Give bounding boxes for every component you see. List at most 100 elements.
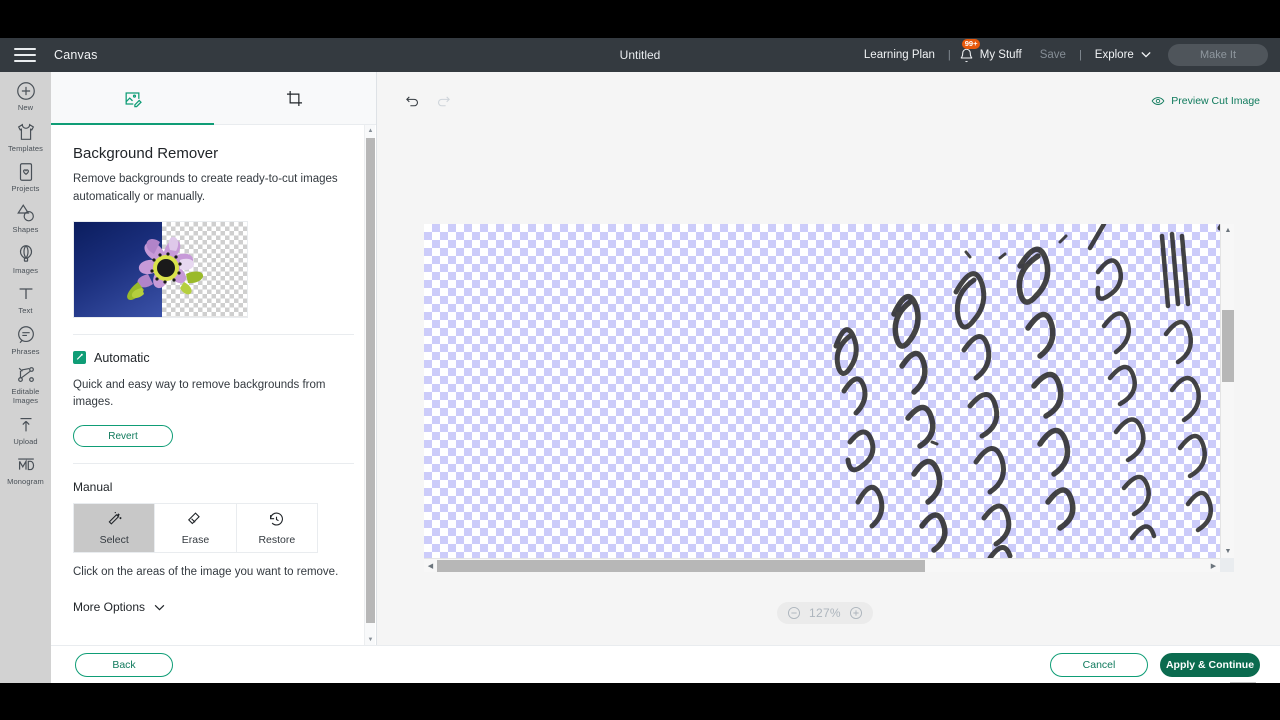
revert-button[interactable]: Revert [73, 425, 173, 448]
text-t-icon [19, 288, 32, 300]
scroll-up-arrow-icon[interactable]: ▲ [1221, 224, 1235, 237]
panel-scrollbar-thumb[interactable] [366, 138, 375, 623]
tool-select[interactable]: Select [74, 504, 156, 553]
sidebar-label-images: Images [12, 265, 39, 275]
tshirt-icon [17, 123, 34, 140]
minus-circle-icon [787, 606, 801, 620]
sidebar-label-editable-images: Editable Images [11, 387, 40, 405]
sidebar-label-templates: Templates [7, 143, 44, 153]
canvas-horizontal-scrollbar[interactable]: ◀ ▶ [424, 558, 1220, 572]
sidebar-item-text[interactable]: Text [0, 275, 51, 316]
tool-restore[interactable]: Restore [236, 504, 317, 553]
sidebar-item-images[interactable]: Images [0, 235, 51, 276]
zoom-out-button[interactable] [787, 606, 801, 620]
tool-select-label: Select [99, 534, 129, 547]
scroll-right-arrow-icon[interactable]: ▶ [1207, 559, 1220, 573]
canvas-viewport: ▲ ▼ ◀ ▶ [424, 224, 1234, 572]
sidebar-item-templates[interactable]: Templates [0, 113, 51, 154]
preview-cut-image-label: Preview Cut Image [1171, 95, 1260, 107]
scroll-down-arrow-icon[interactable]: ▼ [365, 634, 376, 645]
sidebar-item-editable-images[interactable]: Editable Images [0, 356, 51, 405]
explore-label: Explore [1094, 49, 1134, 61]
header-actions: Learning Plan | 99+ My Stuff Save | Expl… [855, 38, 1280, 66]
manual-hint: Click on the areas of the image you want… [73, 566, 339, 579]
chevron-down-icon [154, 604, 165, 611]
canvas-vertical-scrollbar[interactable]: ▲ ▼ [1220, 224, 1234, 558]
tab-crop[interactable] [214, 72, 377, 124]
tool-erase[interactable]: Erase [155, 504, 237, 553]
panel-description: Remove backgrounds to create ready-to-cu… [73, 173, 338, 203]
zoom-in-button[interactable] [849, 606, 863, 620]
transparency-checkerboard[interactable] [424, 224, 1220, 558]
sidebar-item-phrases[interactable]: Phrases [0, 316, 51, 357]
sidebar-item-monogram[interactable]: Monogram [0, 446, 51, 487]
sidebar-label-monogram: Monogram [7, 477, 44, 487]
back-button[interactable]: Back [75, 652, 173, 677]
manual-label: Manual [73, 480, 113, 495]
plus-circle-icon [849, 606, 862, 620]
sidebar-label-text: Text [18, 306, 33, 316]
undo-button[interactable] [404, 93, 421, 110]
left-sidebar: New Templates Projects Shapes Images Tex… [0, 72, 51, 683]
speech-bubble-icon [17, 325, 34, 343]
card-heart-icon [19, 163, 32, 182]
notifications-bell[interactable]: 99+ [959, 38, 981, 63]
more-options-toggle[interactable]: More Options [73, 600, 354, 614]
page-title: Background Remover [73, 145, 219, 162]
image-edit-icon [125, 91, 142, 107]
preview-cut-image-button[interactable]: Preview Cut Image [1151, 94, 1260, 108]
scroll-left-arrow-icon[interactable]: ◀ [424, 559, 437, 573]
redo-button[interactable] [435, 93, 452, 110]
handwritten-recipe-image[interactable] [814, 224, 1220, 558]
panel-body: Background Remover Remove backgrounds to… [51, 125, 376, 645]
sidebar-item-shapes[interactable]: Shapes [0, 194, 51, 235]
tab-image-edit[interactable] [51, 72, 214, 125]
automatic-title: Automatic [94, 350, 150, 365]
save-button[interactable]: Save [1031, 49, 1075, 61]
redo-arrow-icon [438, 96, 450, 106]
app-title: Canvas [54, 48, 98, 62]
sidebar-label-projects: Projects [11, 184, 40, 194]
notification-badge: 99+ [961, 38, 981, 49]
background-remover-panel: Background Remover Remove backgrounds to… [51, 72, 377, 645]
app-root: Canvas Untitled Learning Plan | 99+ My S… [0, 38, 1280, 683]
panel-tabs [51, 72, 376, 125]
my-stuff-link[interactable]: My Stuff [976, 49, 1031, 61]
eraser-icon [187, 512, 200, 525]
sidebar-item-projects[interactable]: Projects [0, 153, 51, 194]
explore-menu[interactable]: Explore [1086, 49, 1160, 61]
scroll-up-arrow-icon[interactable]: ▲ [365, 125, 376, 136]
upload-arrow-icon [20, 417, 31, 432]
panel-scrollbar[interactable]: ▲ ▼ [364, 125, 375, 645]
panel-footer: Back Cancel Apply & Continue [51, 645, 1280, 683]
horizontal-scrollbar-thumb[interactable] [437, 560, 925, 572]
scroll-down-arrow-icon[interactable]: ▼ [1221, 545, 1235, 558]
canvas-toolbar: Preview Cut Image [377, 72, 1280, 130]
sidebar-item-new[interactable]: New [0, 72, 51, 113]
sidebar-label-new: New [17, 103, 34, 112]
restore-clock-icon [270, 512, 284, 526]
crop-icon [287, 90, 303, 106]
hot-air-balloon-icon [19, 244, 32, 262]
hamburger-icon[interactable] [14, 48, 36, 62]
sidebar-item-upload[interactable]: Upload [0, 406, 51, 447]
chevron-down-icon [1141, 51, 1151, 58]
auto-magic-badge-icon [73, 351, 86, 365]
tool-erase-label: Erase [181, 534, 210, 547]
panel-divider-1 [73, 333, 354, 335]
apply-continue-button[interactable]: Apply & Continue [1160, 652, 1260, 677]
bell-icon [960, 48, 973, 62]
zoom-level-value: 127% [809, 606, 841, 620]
learning-plan-link[interactable]: Learning Plan [855, 49, 944, 61]
vertical-scrollbar-thumb[interactable] [1222, 310, 1234, 382]
make-it-button[interactable]: Make It [1168, 44, 1268, 66]
automatic-description: Quick and easy way to remove backgrounds… [73, 378, 326, 409]
header-separator-2: | [1078, 49, 1082, 61]
sidebar-label-phrases: Phrases [11, 346, 40, 356]
flower-illustration [127, 236, 204, 300]
cancel-button[interactable]: Cancel [1050, 652, 1148, 677]
manual-tool-group: Select Erase Restore [73, 503, 318, 554]
monogram-icon [17, 458, 34, 471]
magic-wand-icon [108, 512, 122, 525]
plus-circle-icon [16, 82, 35, 100]
